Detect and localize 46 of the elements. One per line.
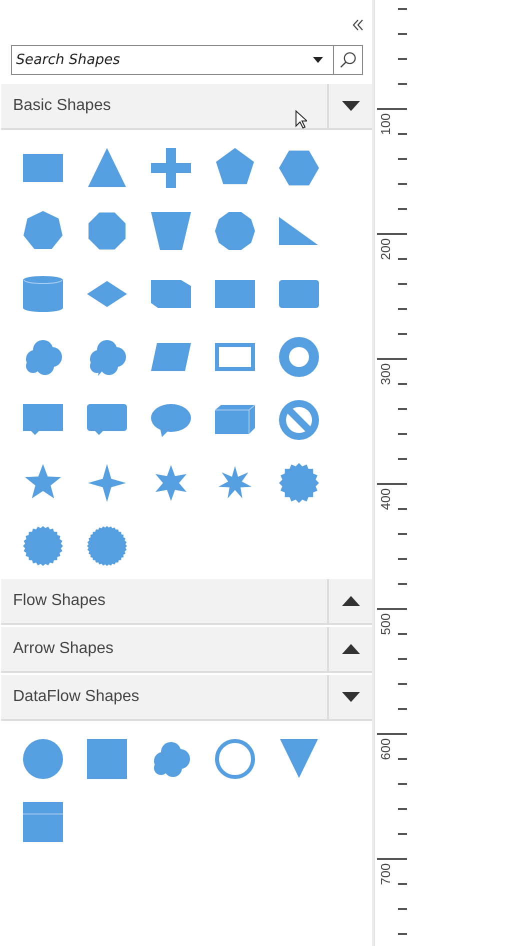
- cursor-icon: [295, 110, 307, 129]
- cloud-icon[interactable]: [151, 739, 191, 779]
- trapezoid-icon[interactable]: [151, 211, 191, 251]
- search-field[interactable]: Search Shapes: [11, 45, 333, 75]
- thought-bubble-icon[interactable]: [87, 337, 127, 377]
- caret-down-icon[interactable]: [342, 101, 360, 111]
- no-symbol-icon[interactable]: [279, 400, 319, 440]
- hexagon-icon[interactable]: [279, 148, 319, 188]
- donut-icon[interactable]: [279, 337, 319, 377]
- palette-header[interactable]: Flow Shapes: [1, 579, 372, 625]
- palette-header[interactable]: DataFlow Shapes: [1, 675, 372, 721]
- caret-up-icon[interactable]: [342, 596, 360, 606]
- star4-icon[interactable]: [87, 463, 127, 503]
- ruler-label: 600: [379, 737, 392, 761]
- ruler-label: 200: [379, 237, 392, 261]
- heptagon-icon[interactable]: [23, 211, 63, 251]
- dropdown-icon[interactable]: [313, 57, 323, 63]
- caret-up-icon[interactable]: [342, 644, 360, 654]
- palette-header[interactable]: Arrow Shapes: [1, 627, 372, 673]
- cloud-icon[interactable]: [23, 337, 63, 377]
- seal24-icon[interactable]: [23, 526, 63, 566]
- ring-icon[interactable]: [215, 739, 255, 779]
- cylinder-icon[interactable]: [23, 274, 63, 314]
- seal32-icon[interactable]: [87, 526, 127, 566]
- down-triangle-icon[interactable]: [279, 739, 319, 779]
- burst-icon[interactable]: [279, 463, 319, 503]
- palette-title[interactable]: Basic Shapes: [1, 97, 327, 115]
- search-icon[interactable]: [339, 51, 357, 69]
- split-box-icon[interactable]: [23, 802, 63, 842]
- circle-icon[interactable]: [23, 739, 63, 779]
- decagon-icon[interactable]: [215, 211, 255, 251]
- palette-title[interactable]: Flow Shapes: [1, 592, 327, 610]
- ruler-label: 700: [379, 862, 392, 886]
- ruler-label: 400: [379, 487, 392, 511]
- triangle-icon[interactable]: [87, 148, 127, 188]
- ruler-label: 100: [379, 112, 392, 136]
- ruler-label: 500: [379, 612, 392, 636]
- palette-title[interactable]: DataFlow Shapes: [1, 688, 327, 706]
- palette-header[interactable]: Basic Shapes: [1, 84, 372, 130]
- collapse-icon[interactable]: [352, 18, 364, 30]
- caret-down-icon[interactable]: [342, 692, 360, 702]
- search-button[interactable]: [333, 45, 363, 75]
- palette-title[interactable]: Arrow Shapes: [1, 640, 327, 658]
- plus-icon[interactable]: [151, 148, 191, 188]
- octagon-icon[interactable]: [87, 211, 127, 251]
- ruler-label: 300: [379, 362, 392, 386]
